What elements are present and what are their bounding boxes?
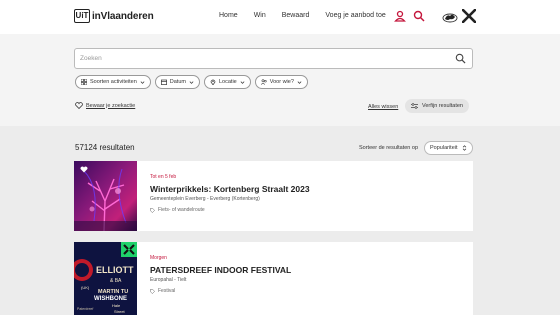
sort-label: Sorteer de resultaten op xyxy=(359,145,419,151)
favorite-heart-icon[interactable] xyxy=(80,166,88,173)
poster-text: (UK) xyxy=(81,285,90,290)
logo-box: UiT xyxy=(74,9,90,23)
grid-icon xyxy=(81,79,87,85)
pin-icon xyxy=(210,79,216,85)
poster-text: Street xyxy=(114,309,126,314)
event-tag: Fiets- of wandelroute xyxy=(150,207,310,213)
chevron-down-icon xyxy=(140,80,145,84)
search-field[interactable] xyxy=(74,48,473,69)
chevron-down-icon xyxy=(240,80,245,84)
refine-label: Verfijn resultaten xyxy=(422,103,463,109)
save-search-label: Bewaar je zoekactie xyxy=(86,102,136,109)
poster-text: Paterdreef xyxy=(77,307,93,311)
top-header: UiT inVlaanderen Home Win Bewaard Voeg j… xyxy=(0,0,560,34)
filter-label: Datum xyxy=(169,79,186,85)
sort-value: Populariteit xyxy=(430,145,458,151)
event-title[interactable]: Winterprikkels: Kortenberg Straalt 2023 xyxy=(150,184,310,194)
chevron-down-icon xyxy=(297,80,302,84)
nav-win[interactable]: Win xyxy=(254,12,266,19)
poster-text: MARTIN TU xyxy=(98,289,128,295)
filter-audience[interactable]: Voor wie? xyxy=(254,75,308,89)
nav-bewaard[interactable]: Bewaard xyxy=(282,12,310,19)
filter-label: Soorten activiteiten xyxy=(90,79,137,85)
filter-date[interactable]: Datum xyxy=(154,75,200,89)
sort-arrows-icon xyxy=(462,145,466,151)
result-card[interactable]: Tot en 5 feb Winterprikkels: Kortenberg … xyxy=(74,161,473,231)
cross-badge xyxy=(121,242,137,257)
clear-all-link[interactable]: Alles wissen xyxy=(368,104,398,110)
event-location: Gemeenteplein Everberg - Everberg (Korte… xyxy=(150,196,260,202)
cross-logo-icon xyxy=(123,244,135,255)
event-date: Morgen xyxy=(150,255,167,261)
cross-logo-icon[interactable] xyxy=(462,9,476,23)
tag-icon xyxy=(150,207,155,213)
search-icon[interactable] xyxy=(413,10,425,22)
filter-location[interactable]: Locatie xyxy=(203,75,251,89)
refine-results-button[interactable]: Verfijn resultaten xyxy=(405,99,469,113)
save-search-link[interactable]: Bewaar je zoekactie xyxy=(75,102,135,109)
poster-text: Hale xyxy=(112,303,121,308)
result-card[interactable]: ELLIOTT & BA MARTIN TU WISHBONE (UK) Pat… xyxy=(74,242,473,315)
poster-text: WISHBONE xyxy=(94,296,127,302)
tag-label: Fiets- of wandelroute xyxy=(158,207,205,213)
filter-activity-types[interactable]: Soorten activiteiten xyxy=(75,75,151,89)
tag-icon xyxy=(150,288,155,294)
chevron-down-icon xyxy=(189,80,194,84)
result-count: 57124 resultaten xyxy=(75,143,135,152)
search-input[interactable] xyxy=(80,55,440,62)
sort-select[interactable]: Populariteit xyxy=(424,141,473,155)
filter-label: Voor wie? xyxy=(269,79,294,85)
people-icon xyxy=(260,79,267,85)
event-location: Europahal - Tielt xyxy=(150,277,187,283)
calendar-icon xyxy=(160,79,167,85)
sliders-icon xyxy=(411,103,418,109)
uit-logo[interactable]: UiT inVlaanderen xyxy=(74,9,154,23)
nav-home[interactable]: Home xyxy=(219,12,238,19)
logo-text: inVlaanderen xyxy=(92,10,154,22)
event-title[interactable]: PATERSDREEF INDOOR FESTIVAL xyxy=(150,265,291,275)
heart-icon xyxy=(75,102,83,109)
poster-text: ELLIOTT xyxy=(96,265,134,275)
vlaanderen-lion-icon[interactable] xyxy=(442,9,458,25)
tag-label: Festival xyxy=(158,288,176,294)
event-date: Tot en 5 feb xyxy=(150,174,177,180)
card-body: Morgen PATERSDREEF INDOOR FESTIVAL Europ… xyxy=(150,255,291,294)
main-nav: Home Win Bewaard Voeg je aanbod toe xyxy=(219,12,402,19)
user-icon[interactable] xyxy=(394,10,406,22)
card-body: Tot en 5 feb Winterprikkels: Kortenberg … xyxy=(150,174,310,213)
filter-bar: Soorten activiteiten Datum Locatie Voor … xyxy=(75,75,312,89)
search-icon[interactable] xyxy=(455,53,466,64)
filter-label: Locatie xyxy=(218,79,237,85)
nav-add-offer[interactable]: Voeg je aanbod toe xyxy=(325,12,385,19)
poster-text: & BA xyxy=(110,278,122,284)
event-tag: Festival xyxy=(150,288,291,294)
